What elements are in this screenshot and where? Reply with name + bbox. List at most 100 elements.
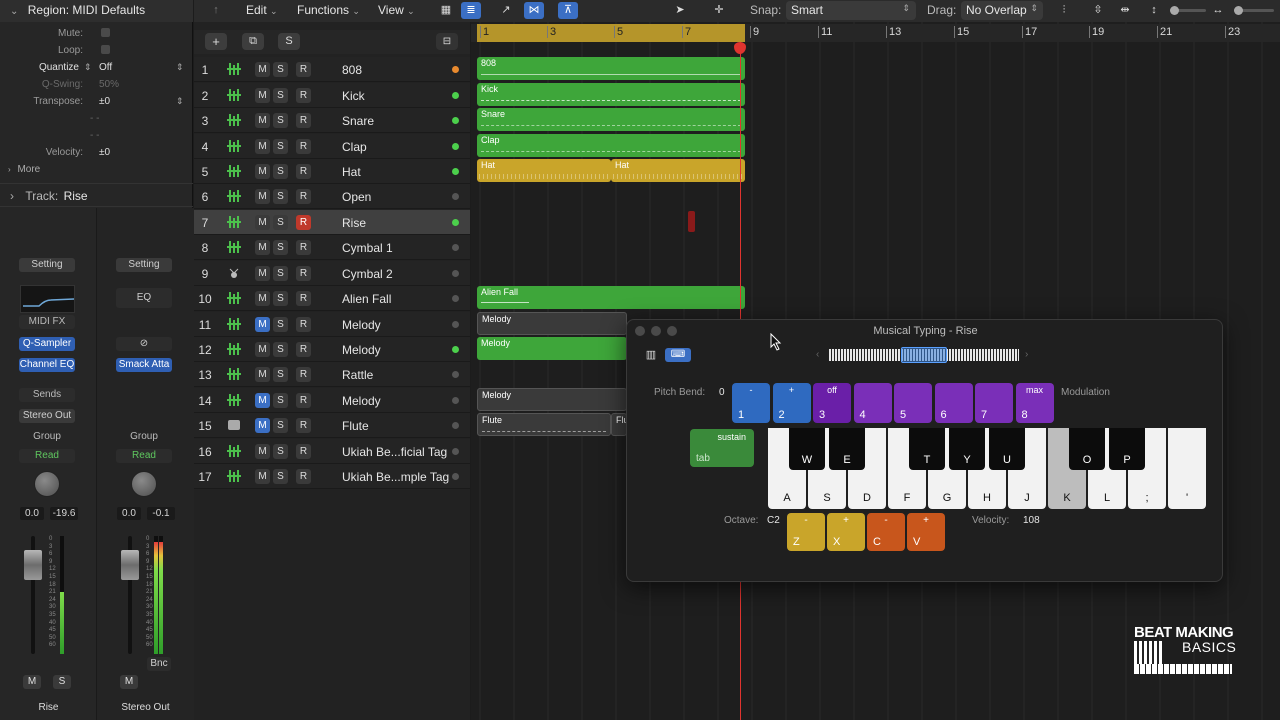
region-snare[interactable]: Snare	[477, 108, 745, 131]
mod-key-1[interactable]: -1	[732, 383, 770, 423]
waveform-zoom-icon[interactable]: ⫶	[1054, 2, 1074, 19]
black-key-2[interactable]: E	[829, 428, 865, 470]
record-enable-button[interactable]: R	[296, 240, 311, 255]
back-arrow-icon[interactable]: ↑	[206, 2, 226, 19]
level-value[interactable]: -0.1	[147, 507, 175, 520]
record-enable-button[interactable]: R	[296, 342, 311, 357]
mute-button[interactable]: M	[255, 444, 270, 459]
octave-velocity-key-X[interactable]: + X	[827, 513, 865, 551]
mute-button[interactable]: M	[255, 291, 270, 306]
region-hat-1[interactable]: Hat	[477, 159, 611, 182]
vertical-zoom-slider-icon[interactable]: ↕	[1144, 2, 1164, 19]
record-enable-button[interactable]: R	[296, 189, 311, 204]
bounce-button[interactable]: Bnc	[147, 657, 171, 671]
automation-mode[interactable]: Read	[116, 449, 172, 463]
solo-button[interactable]: S	[273, 62, 288, 77]
pan-knob[interactable]	[34, 471, 60, 497]
record-enable-button[interactable]: R	[296, 393, 311, 408]
param-velocity[interactable]: Velocity: ±0	[0, 147, 193, 161]
solo-button[interactable]: S	[273, 317, 288, 332]
track-row[interactable]: 7 M S R Rise	[194, 210, 470, 235]
cycle-region[interactable]	[477, 24, 745, 42]
mute-button[interactable]: M	[255, 215, 270, 230]
solo-button[interactable]: S	[273, 88, 288, 103]
level-value[interactable]: -19.6	[50, 507, 78, 520]
track-name[interactable]: Hat	[342, 165, 361, 179]
more-disclosure[interactable]: › More	[8, 164, 40, 175]
mute-button[interactable]: M	[255, 342, 270, 357]
solo-button[interactable]: S	[273, 444, 288, 459]
mute-checkbox[interactable]	[101, 28, 110, 37]
flute-instrument-icon[interactable]	[226, 417, 242, 433]
mute-button[interactable]: M	[255, 189, 270, 204]
record-enable-button[interactable]: R	[296, 317, 311, 332]
drum-machine-icon[interactable]	[226, 290, 242, 306]
param-quantize[interactable]: Quantize ⇕ Off ⇕	[0, 62, 193, 76]
black-key-3[interactable]: T	[909, 428, 945, 470]
mod-key-8[interactable]: max 8	[1015, 383, 1054, 423]
track-name[interactable]: Snare	[342, 114, 374, 128]
black-key-7[interactable]: P	[1109, 428, 1145, 470]
track-row[interactable]: 4 M S R Clap	[194, 134, 470, 159]
mod-key-5[interactable]: 5	[894, 383, 932, 423]
param-qswing[interactable]: Q-Swing: 50%	[0, 79, 193, 93]
mod-key-4[interactable]: 4	[853, 383, 892, 423]
horizontal-zoom-slider-icon[interactable]: ↔	[1208, 2, 1228, 19]
drum-machine-icon[interactable]	[226, 214, 242, 230]
track-name[interactable]: Melody	[342, 318, 381, 332]
sends-slot[interactable]: Sends	[19, 388, 75, 402]
track-name[interactable]: Ukiah Be...ficial Tag	[342, 445, 447, 459]
midi-fx-slot[interactable]: MIDI FX	[19, 315, 75, 329]
solo-button[interactable]: S	[273, 113, 288, 128]
region-808[interactable]: 808	[477, 57, 745, 80]
drum-machine-icon[interactable]	[226, 138, 242, 154]
stepper-icon[interactable]: ⇕	[84, 62, 92, 73]
region-rise-recording[interactable]	[688, 211, 695, 232]
group-slot[interactable]: Group	[19, 431, 75, 442]
solo-button[interactable]: S	[273, 418, 288, 433]
region-flute-2[interactable]: Flu	[611, 413, 627, 436]
mute-button[interactable]: M	[255, 393, 270, 408]
drum-machine-icon[interactable]	[226, 163, 242, 179]
mute-button[interactable]: M	[23, 675, 41, 689]
drum-machine-icon[interactable]	[226, 468, 242, 484]
record-enable-button[interactable]: R	[296, 469, 311, 484]
solo-button[interactable]: S	[273, 189, 288, 204]
chevron-right-icon[interactable]: ›	[1025, 349, 1028, 360]
track-name[interactable]: Open	[342, 190, 371, 204]
track-row[interactable]: 9 M S R Cymbal 2	[194, 261, 470, 286]
param-transpose[interactable]: Transpose: ±0 ⇕	[0, 96, 193, 110]
stepper-icon[interactable]: ⇕	[176, 96, 184, 107]
audio-fx-slot[interactable]: Channel EQ	[19, 358, 75, 372]
mute-button[interactable]: M	[255, 266, 270, 281]
region-melody-12[interactable]: Melody	[477, 337, 627, 360]
track-inspector-header[interactable]: › Track: Rise	[0, 183, 193, 207]
vertical-zoom-icon[interactable]: ⇳	[1088, 2, 1108, 19]
chevron-left-icon[interactable]: ‹	[816, 349, 819, 360]
track-name[interactable]: Cymbal 2	[342, 267, 393, 281]
octave-velocity-key-V[interactable]: + V	[907, 513, 945, 551]
track-row[interactable]: 11 M S R Melody	[194, 312, 470, 337]
solo-button[interactable]: S	[273, 291, 288, 306]
solo-button[interactable]: S	[273, 367, 288, 382]
track-row[interactable]: 15 M S R Flute	[194, 413, 470, 438]
volume-fader-handle[interactable]	[121, 550, 139, 580]
track-name[interactable]: 808	[342, 63, 362, 77]
quantize-value[interactable]: Off	[99, 62, 112, 73]
track-name[interactable]: Melody	[342, 343, 381, 357]
drum-machine-icon[interactable]	[226, 87, 242, 103]
mute-button[interactable]: M	[255, 139, 270, 154]
track-row[interactable]: 16 M S R Ukiah Be...ficial Tag	[194, 439, 470, 464]
transpose-value[interactable]: ±0	[99, 96, 110, 107]
horizontal-zoom-icon[interactable]: ⇹	[1115, 2, 1135, 19]
horizontal-zoom-slider[interactable]	[1234, 6, 1274, 15]
drum-machine-icon[interactable]	[226, 341, 242, 357]
setting-button[interactable]: Setting	[19, 258, 75, 272]
black-key-5[interactable]: U	[989, 428, 1025, 470]
mute-button[interactable]: M	[255, 62, 270, 77]
region-kick[interactable]: Kick	[477, 83, 745, 106]
track-name[interactable]: Clap	[342, 140, 367, 154]
region-clap[interactable]: Clap	[477, 134, 745, 157]
eq-button[interactable]: EQ	[116, 288, 172, 308]
slider-knob[interactable]	[1234, 6, 1243, 15]
